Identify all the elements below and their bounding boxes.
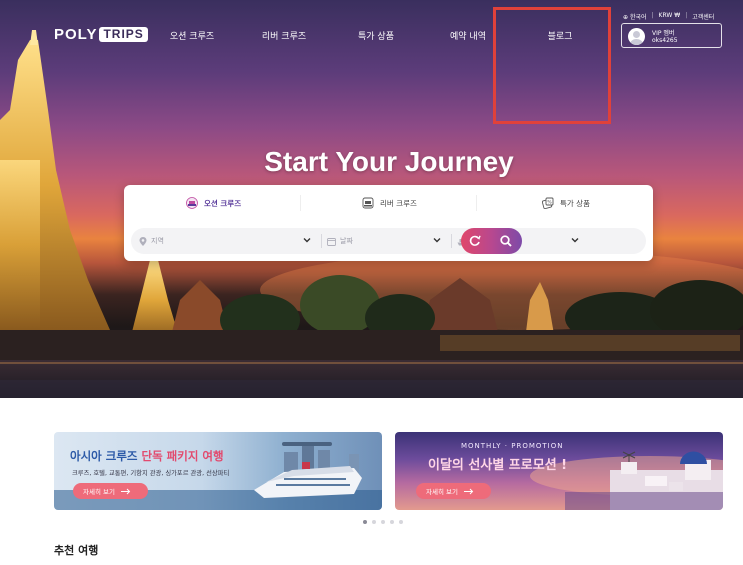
carousel-dot[interactable] [390,520,394,524]
utility-separator: | [651,12,654,19]
top-header: POLY TRIPS 오션 크루즈 리버 크루즈 특가 상품 예약 내역 블로그… [0,0,743,60]
reset-button[interactable] [468,234,482,248]
button-label: 자세히 보기 [426,488,458,496]
chevron-down-icon [433,238,441,243]
banner-details-button[interactable]: 자세히 보기 [416,483,491,499]
chevron-down-icon [571,238,579,243]
avatar [628,28,645,45]
river-boat-icon [362,197,374,209]
monthly-promotion-banner[interactable]: MONTHLY · PROMOTION 이달의 선사별 프로모션 ! 자세히 보… [395,432,723,510]
search-fields-row: 지역 날짜 [131,228,646,254]
tab-ocean-cruise[interactable]: 오션 크루즈 [186,197,241,209]
nav-river-cruise[interactable]: 리버 크루즈 [262,29,306,42]
banner-kicker: MONTHLY · PROMOTION [461,442,564,450]
user-tier: VIP 멤버 [652,30,675,37]
date-select[interactable]: 날짜 [327,228,447,254]
utility-links: ⊕ 한국어 | KRW ₩ | 고객센터 [623,12,714,21]
tab-river-cruise[interactable]: 리버 크루즈 [362,197,417,209]
button-label: 자세히 보기 [83,488,115,496]
field-divider [451,234,452,248]
cruise-ship-icon [186,197,198,209]
carousel-dot[interactable] [372,520,376,524]
date-placeholder: 날짜 [340,237,353,245]
svg-text:%: % [547,200,552,206]
search-button[interactable] [499,234,513,248]
carousel-dot[interactable] [381,520,385,524]
banner-details-button[interactable]: 자세히 보기 [73,483,148,499]
field-divider [321,234,322,248]
chevron-down-icon [303,238,311,243]
tab-divider [300,195,301,211]
carousel-dot[interactable] [399,520,403,524]
nav-special-deals[interactable]: 특가 상품 [358,29,394,42]
tab-special-deals[interactable]: % 특가 상품 [542,197,590,209]
page: POLY TRIPS 오션 크루즈 리버 크루즈 특가 상품 예약 내역 블로그… [0,0,743,565]
region-placeholder: 지역 [151,237,164,245]
banner-title: 이달의 선사별 프로모션 ! [428,458,568,473]
hero-title: Start Your Journey [264,146,514,177]
user-profile-button[interactable]: VIP 멤버 oks4265 [621,23,722,48]
banner-title-part-2: 단독 패키지 여행 [141,449,224,463]
location-pin-icon [139,236,147,246]
recommended-section-title: 추천 여행 [54,544,99,557]
logo-text-right: TRIPS [99,27,148,42]
coupon-icon: % [542,197,554,209]
tab-label: 특가 상품 [560,198,590,208]
nav-ocean-cruise[interactable]: 오션 크루즈 [170,29,214,42]
support-link[interactable]: 고객센터 [692,12,714,21]
arrow-right-icon [120,488,131,494]
username: oks4265 [652,37,678,44]
calendar-icon [327,237,336,246]
globe-icon: ⊕ [623,14,629,21]
language-selector[interactable]: ⊕ 한국어 [623,12,647,21]
region-select[interactable]: 지역 [139,228,317,254]
search-action-buttons [461,228,522,254]
asia-cruise-banner[interactable]: 아시아 크루즈 단독 패키지 여행 크루즈, 호텔, 교통편, 기항지 관광, … [54,432,382,510]
language-label: 한국어 [629,14,647,21]
nav-reservations[interactable]: 예약 내역 [450,29,486,42]
search-panel: 오션 크루즈 리버 크루즈 % 특가 상품 지역 날짜 [124,185,653,261]
currency-selector[interactable]: KRW ₩ [659,12,681,21]
logo-text-left: POLY [54,26,98,43]
tab-label: 오션 크루즈 [204,198,242,208]
tab-label: 리버 크루즈 [380,198,417,208]
banner-title-part-1: 아시아 크루즈 [70,449,142,463]
utility-separator: | [685,12,688,19]
highlight-annotation-box [493,7,611,124]
carousel-dot[interactable] [363,520,367,524]
search-tabs: 오션 크루즈 리버 크루즈 % 특가 상품 [124,185,653,219]
banner-subtitle: 크루즈, 호텔, 교통편, 기항지 관광, 싱가포르 관광, 선상파티 [72,470,230,477]
banner-title: 아시아 크루즈 단독 패키지 여행 [70,448,224,464]
site-logo[interactable]: POLY TRIPS [54,26,148,43]
arrow-right-icon [463,488,474,494]
carousel-pagination [363,520,403,524]
tab-divider [476,195,477,211]
